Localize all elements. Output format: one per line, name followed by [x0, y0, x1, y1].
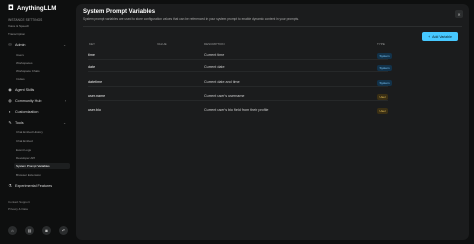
column-description: DESCRIPTION: [204, 42, 225, 46]
column-key: KEY: [89, 42, 96, 46]
admin-icon: ⚇: [8, 42, 12, 47]
row-key: user.name: [88, 94, 106, 98]
sidebar-item-community-hub[interactable]: ◍ Community Hub ›: [8, 98, 70, 104]
row-divider: [88, 86, 388, 87]
page-title: System Prompt Variables: [83, 9, 156, 15]
chevron-down-icon: ⌄: [63, 121, 66, 125]
close-icon[interactable]: ✕: [455, 10, 463, 18]
app-name: AnythingLLM: [16, 4, 57, 12]
row-description: Current user's username: [204, 94, 245, 98]
footer-icons: ⌂ ▤ ◙ ↶: [8, 226, 68, 235]
row-key: time: [88, 53, 95, 57]
sidebar-item-chat-embed-history[interactable]: Chat Embed History: [16, 130, 43, 134]
column-type: TYPE: [377, 42, 385, 46]
sidebar-item-transcription[interactable]: Transcription: [8, 32, 25, 36]
app-logo[interactable]: ◘ AnythingLLM: [8, 4, 56, 12]
sidebar-item-tools[interactable]: ✎ Tools ⌄: [8, 120, 70, 126]
logo-icon: ◘: [8, 4, 14, 12]
flask-icon: ⚗: [8, 183, 12, 188]
page-description: System prompt variables are used to stor…: [83, 17, 299, 21]
row-divider: [88, 59, 388, 60]
row-description: Current date and time: [204, 80, 240, 84]
add-variable-label: Add Variable: [432, 34, 452, 39]
row-description: Current time: [204, 53, 225, 57]
main-panel: System Prompt Variables System prompt va…: [76, 4, 469, 240]
table-header: KEY VALUE DESCRIPTION TYPE: [88, 41, 388, 47]
sidebar-item-browser-extension[interactable]: Browser Extension: [16, 173, 41, 177]
sidebar-item-chat-embed[interactable]: Chat Embed: [16, 139, 33, 143]
table-row: datetime Current date and time System: [88, 77, 393, 87]
sidebar-item-label: Community Hub: [15, 99, 42, 103]
column-value: VALUE: [157, 42, 167, 46]
sidebar: ◘ AnythingLLM INSTANCE SETTINGS Voice & …: [0, 0, 74, 244]
contact-support-link[interactable]: Contact Support: [8, 200, 30, 204]
sidebar-item-system-prompt-variables[interactable]: System Prompt Variables: [14, 163, 70, 169]
row-divider: [88, 100, 388, 101]
sidebar-item-experimental-features[interactable]: ⚗ Experimental Features: [8, 183, 53, 189]
row-key: user.bio: [88, 108, 101, 112]
sidebar-item-label: Admin: [15, 43, 26, 47]
privacy-link[interactable]: Privacy & Data: [8, 207, 28, 211]
globe-icon: ◍: [8, 98, 12, 103]
row-description: Current user's bio field from their prof…: [204, 108, 269, 112]
row-key: date: [88, 65, 96, 69]
docs-icon[interactable]: ▤: [25, 226, 34, 235]
table-row: time Current time System: [88, 50, 393, 60]
chevron-right-icon: ›: [64, 99, 66, 103]
header-divider: [83, 26, 462, 27]
sidebar-item-workspaces[interactable]: Workspaces: [16, 61, 32, 65]
table-row: user.name Current user's username User: [88, 91, 389, 101]
sidebar-item-event-logs[interactable]: Event Logs: [16, 148, 31, 152]
chevron-down-icon: ⌄: [63, 43, 66, 47]
sidebar-item-developer-api[interactable]: Developer API: [16, 156, 35, 160]
type-badge: User: [377, 108, 389, 114]
add-variable-button[interactable]: + Add Variable: [422, 32, 458, 41]
sidebar-item-invites[interactable]: Invites: [16, 77, 25, 81]
instance-settings-label: INSTANCE SETTINGS: [8, 18, 43, 22]
sidebar-item-customization[interactable]: ◐ Customization: [8, 109, 39, 115]
sidebar-item-label: Customization: [15, 110, 39, 114]
discord-icon[interactable]: ◙: [42, 226, 51, 235]
plus-icon: +: [428, 34, 431, 39]
sidebar-item-workspace-chats[interactable]: Workspace Chats: [16, 69, 40, 73]
sidebar-item-voice-speech[interactable]: Voice & Speech: [8, 24, 29, 28]
sidebar-item-agent-skills[interactable]: ◉ Agent Skills: [8, 87, 35, 93]
sidebar-item-label: Experimental Features: [15, 184, 53, 188]
palette-icon: ◐: [8, 109, 12, 114]
row-divider: [88, 71, 388, 72]
sidebar-item-admin[interactable]: ⚇ Admin ⌄: [8, 42, 70, 48]
table-row: date Current date System: [88, 62, 393, 72]
sidebar-item-label: Tools: [15, 121, 24, 125]
robot-icon: ◉: [8, 87, 12, 92]
sidebar-item-label: Agent Skills: [15, 88, 35, 92]
row-description: Current date: [204, 65, 225, 69]
table-row: user.bio Current user's bio field from t…: [88, 105, 389, 115]
sidebar-item-users[interactable]: Users: [16, 53, 24, 57]
wrench-icon: ✎: [8, 120, 12, 125]
row-key: datetime: [88, 80, 103, 84]
back-icon[interactable]: ↶: [59, 226, 68, 235]
github-icon[interactable]: ⌂: [8, 226, 17, 235]
